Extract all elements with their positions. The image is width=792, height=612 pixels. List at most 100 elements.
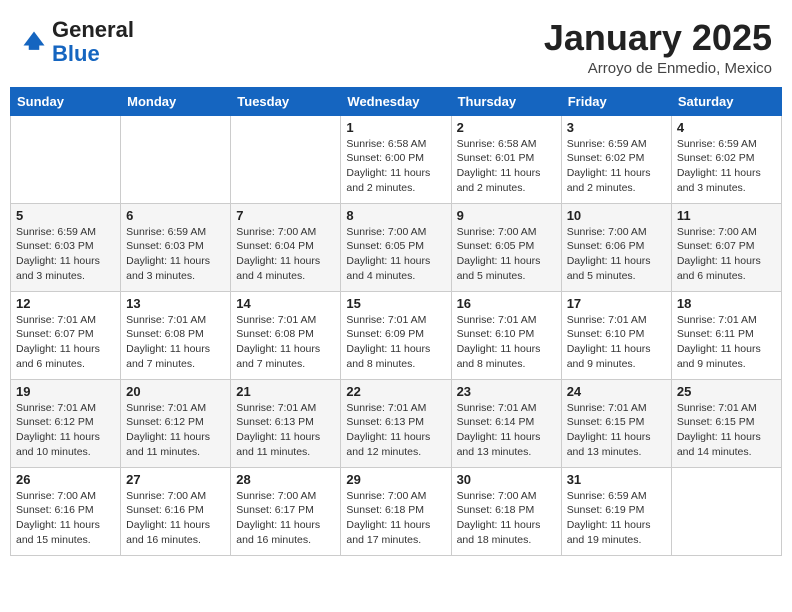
day-number: 26 xyxy=(16,472,115,487)
calendar-header-row: SundayMondayTuesdayWednesdayThursdayFrid… xyxy=(11,87,782,115)
calendar-cell: 25Sunrise: 7:01 AM Sunset: 6:15 PM Dayli… xyxy=(671,379,781,467)
day-info: Sunrise: 6:59 AM Sunset: 6:02 PM Dayligh… xyxy=(677,137,776,196)
calendar-header-thursday: Thursday xyxy=(451,87,561,115)
logo-blue: Blue xyxy=(52,41,100,66)
day-number: 15 xyxy=(346,296,445,311)
day-info: Sunrise: 7:00 AM Sunset: 6:18 PM Dayligh… xyxy=(457,489,556,548)
day-info: Sunrise: 7:01 AM Sunset: 6:10 PM Dayligh… xyxy=(457,313,556,372)
calendar-header-saturday: Saturday xyxy=(671,87,781,115)
calendar-cell: 30 Sunrise: 7:00 AM Sunset: 6:18 PM Dayli… xyxy=(451,467,561,555)
page-header: General Blue January 2025 Arroyo de Enme… xyxy=(10,10,782,81)
calendar-header-friday: Friday xyxy=(561,87,671,115)
day-info: Sunrise: 7:01 AM Sunset: 6:10 PM Dayligh… xyxy=(567,313,666,372)
calendar-cell: 6 Sunrise: 6:59 AM Sunset: 6:03 PM Daylig… xyxy=(121,203,231,291)
day-number: 27 xyxy=(126,472,225,487)
day-number: 16 xyxy=(457,296,556,311)
calendar-cell: 20Sunrise: 7:01 AM Sunset: 6:12 PM Dayli… xyxy=(121,379,231,467)
calendar-cell: 29 Sunrise: 7:00 AM Sunset: 6:18 PM Dayli… xyxy=(341,467,451,555)
logo-general: General xyxy=(52,17,134,42)
day-number: 13 xyxy=(126,296,225,311)
calendar-cell: 15 Sunrise: 7:01 AM Sunset: 6:09 PM Dayli… xyxy=(341,291,451,379)
calendar-cell: 5 Sunrise: 6:59 AM Sunset: 6:03 PM Daylig… xyxy=(11,203,121,291)
day-number: 22 xyxy=(346,384,445,399)
month-title: January 2025 xyxy=(544,18,772,58)
calendar-cell: 19Sunrise: 7:01 AM Sunset: 6:12 PM Dayli… xyxy=(11,379,121,467)
day-info: Sunrise: 7:01 AM Sunset: 6:11 PM Dayligh… xyxy=(677,313,776,372)
day-info: Sunrise: 7:01 AM Sunset: 6:08 PM Dayligh… xyxy=(126,313,225,372)
calendar-cell: 1 Sunrise: 6:58 AM Sunset: 6:00 PM Daylig… xyxy=(341,115,451,203)
day-number: 23 xyxy=(457,384,556,399)
calendar-cell: 4 Sunrise: 6:59 AM Sunset: 6:02 PM Daylig… xyxy=(671,115,781,203)
calendar-week-1: 1 Sunrise: 6:58 AM Sunset: 6:00 PM Daylig… xyxy=(11,115,782,203)
day-number: 10 xyxy=(567,208,666,223)
day-number: 18 xyxy=(677,296,776,311)
day-info: Sunrise: 7:00 AM Sunset: 6:16 PM Dayligh… xyxy=(126,489,225,548)
day-number: 31 xyxy=(567,472,666,487)
calendar-cell: 22 Sunrise: 7:01 AM Sunset: 6:13 PM Dayli… xyxy=(341,379,451,467)
calendar-cell: 12Sunrise: 7:01 AM Sunset: 6:07 PM Dayli… xyxy=(11,291,121,379)
day-info: Sunrise: 7:00 AM Sunset: 6:04 PM Dayligh… xyxy=(236,225,335,284)
calendar-week-2: 5 Sunrise: 6:59 AM Sunset: 6:03 PM Daylig… xyxy=(11,203,782,291)
day-number: 1 xyxy=(346,120,445,135)
day-info: Sunrise: 6:58 AM Sunset: 6:01 PM Dayligh… xyxy=(457,137,556,196)
calendar-cell: 28 Sunrise: 7:00 AM Sunset: 6:17 PM Dayli… xyxy=(231,467,341,555)
day-number: 4 xyxy=(677,120,776,135)
day-info: Sunrise: 6:59 AM Sunset: 6:02 PM Dayligh… xyxy=(567,137,666,196)
calendar-week-4: 19Sunrise: 7:01 AM Sunset: 6:12 PM Dayli… xyxy=(11,379,782,467)
location: Arroyo de Enmedio, Mexico xyxy=(544,60,772,77)
calendar-week-3: 12Sunrise: 7:01 AM Sunset: 6:07 PM Dayli… xyxy=(11,291,782,379)
calendar-cell: 10Sunrise: 7:00 AM Sunset: 6:06 PM Dayli… xyxy=(561,203,671,291)
day-number: 14 xyxy=(236,296,335,311)
day-number: 20 xyxy=(126,384,225,399)
day-info: Sunrise: 7:01 AM Sunset: 6:13 PM Dayligh… xyxy=(346,401,445,460)
day-number: 6 xyxy=(126,208,225,223)
day-number: 29 xyxy=(346,472,445,487)
day-info: Sunrise: 6:59 AM Sunset: 6:03 PM Dayligh… xyxy=(16,225,115,284)
day-info: Sunrise: 6:59 AM Sunset: 6:19 PM Dayligh… xyxy=(567,489,666,548)
day-info: Sunrise: 7:01 AM Sunset: 6:14 PM Dayligh… xyxy=(457,401,556,460)
logo-icon xyxy=(20,28,48,56)
calendar-cell: 2 Sunrise: 6:58 AM Sunset: 6:01 PM Daylig… xyxy=(451,115,561,203)
day-info: Sunrise: 7:00 AM Sunset: 6:17 PM Dayligh… xyxy=(236,489,335,548)
calendar-cell: 13 Sunrise: 7:01 AM Sunset: 6:08 PM Dayli… xyxy=(121,291,231,379)
day-info: Sunrise: 7:01 AM Sunset: 6:13 PM Dayligh… xyxy=(236,401,335,460)
calendar-cell: 18 Sunrise: 7:01 AM Sunset: 6:11 PM Dayli… xyxy=(671,291,781,379)
day-info: Sunrise: 7:01 AM Sunset: 6:08 PM Dayligh… xyxy=(236,313,335,372)
day-info: Sunrise: 6:59 AM Sunset: 6:03 PM Dayligh… xyxy=(126,225,225,284)
day-info: Sunrise: 7:01 AM Sunset: 6:09 PM Dayligh… xyxy=(346,313,445,372)
day-info: Sunrise: 7:01 AM Sunset: 6:15 PM Dayligh… xyxy=(567,401,666,460)
day-number: 25 xyxy=(677,384,776,399)
title-block: January 2025 Arroyo de Enmedio, Mexico xyxy=(544,18,772,77)
calendar-cell: 26 Sunrise: 7:00 AM Sunset: 6:16 PM Dayli… xyxy=(11,467,121,555)
day-number: 3 xyxy=(567,120,666,135)
calendar-cell: 14 Sunrise: 7:01 AM Sunset: 6:08 PM Dayli… xyxy=(231,291,341,379)
day-info: Sunrise: 7:00 AM Sunset: 6:16 PM Dayligh… xyxy=(16,489,115,548)
calendar-header-monday: Monday xyxy=(121,87,231,115)
calendar-cell xyxy=(671,467,781,555)
calendar-header-sunday: Sunday xyxy=(11,87,121,115)
calendar-cell: 3 Sunrise: 6:59 AM Sunset: 6:02 PM Daylig… xyxy=(561,115,671,203)
calendar-table: SundayMondayTuesdayWednesdayThursdayFrid… xyxy=(10,87,782,556)
calendar-cell: 17 Sunrise: 7:01 AM Sunset: 6:10 PM Dayli… xyxy=(561,291,671,379)
calendar-cell xyxy=(231,115,341,203)
calendar-cell xyxy=(121,115,231,203)
day-info: Sunrise: 6:58 AM Sunset: 6:00 PM Dayligh… xyxy=(346,137,445,196)
day-info: Sunrise: 7:01 AM Sunset: 6:12 PM Dayligh… xyxy=(16,401,115,460)
day-number: 30 xyxy=(457,472,556,487)
day-info: Sunrise: 7:00 AM Sunset: 6:07 PM Dayligh… xyxy=(677,225,776,284)
day-info: Sunrise: 7:00 AM Sunset: 6:05 PM Dayligh… xyxy=(457,225,556,284)
calendar-cell: 21Sunrise: 7:01 AM Sunset: 6:13 PM Dayli… xyxy=(231,379,341,467)
day-info: Sunrise: 7:00 AM Sunset: 6:18 PM Dayligh… xyxy=(346,489,445,548)
day-number: 28 xyxy=(236,472,335,487)
calendar-cell: 9Sunrise: 7:00 AM Sunset: 6:05 PM Daylig… xyxy=(451,203,561,291)
calendar-cell: 7 Sunrise: 7:00 AM Sunset: 6:04 PM Daylig… xyxy=(231,203,341,291)
logo-text: General Blue xyxy=(52,18,134,66)
calendar-cell: 11Sunrise: 7:00 AM Sunset: 6:07 PM Dayli… xyxy=(671,203,781,291)
day-number: 5 xyxy=(16,208,115,223)
day-number: 8 xyxy=(346,208,445,223)
calendar-cell xyxy=(11,115,121,203)
day-number: 7 xyxy=(236,208,335,223)
day-number: 17 xyxy=(567,296,666,311)
day-number: 2 xyxy=(457,120,556,135)
calendar-header-wednesday: Wednesday xyxy=(341,87,451,115)
